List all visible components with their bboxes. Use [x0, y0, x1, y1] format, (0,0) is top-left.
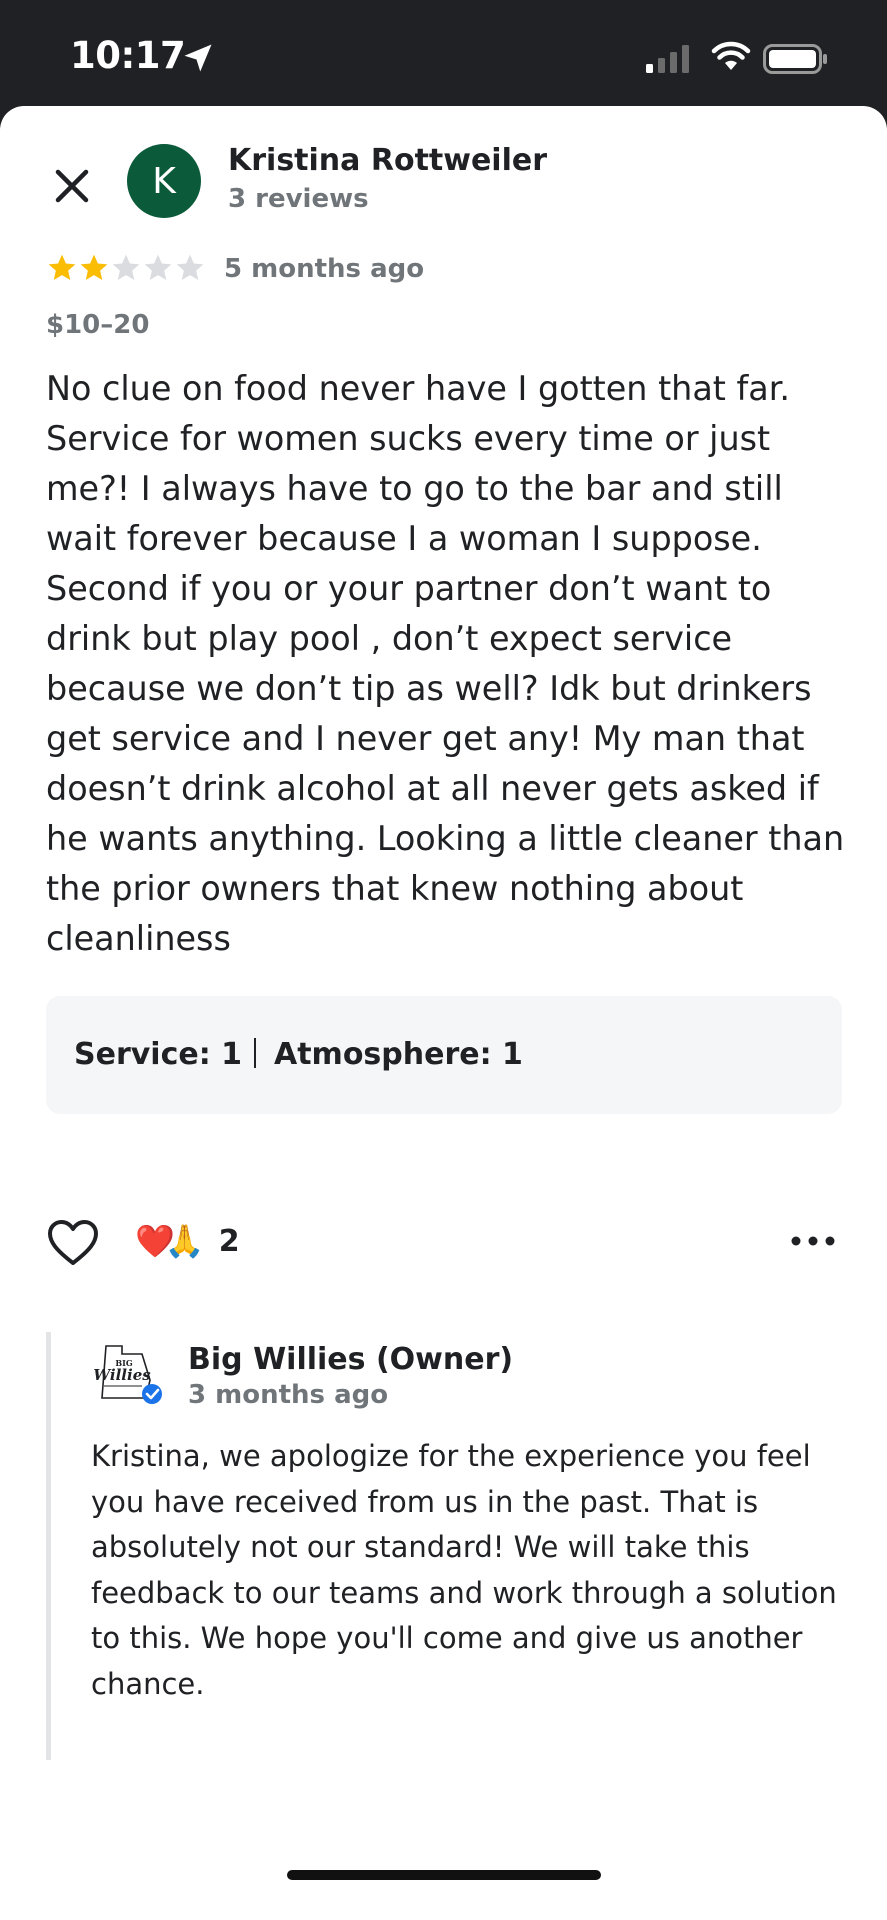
wifi-icon [711, 41, 751, 70]
reviewer-avatar[interactable]: K [127, 144, 201, 218]
logo-text-willies: Willies [94, 1366, 151, 1384]
attribute-divider [254, 1038, 256, 1068]
owner-reply: BIG Willies Big Willies (Owner) 3 months… [46, 1332, 851, 1760]
battery-icon [763, 44, 827, 74]
star-empty-icon [112, 254, 140, 280]
owner-name: Big Willies (Owner) [188, 1342, 514, 1377]
attribute-atmosphere: Atmosphere: 1 [274, 1037, 523, 1072]
price-range: $10–20 [46, 310, 150, 340]
star-filled-icon [48, 254, 76, 280]
more-options-icon[interactable] [788, 1226, 838, 1256]
verified-badge-icon [142, 1384, 162, 1404]
reaction-count: 2 [218, 1223, 240, 1259]
star-filled-icon [80, 254, 108, 280]
owner-reply-text: Kristina, we apologize for the experienc… [91, 1439, 837, 1701]
review-sheet: K Kristina Rottweiler 3 reviews 5 months… [0, 106, 887, 1920]
reviewer-name[interactable]: Kristina Rottweiler [228, 143, 547, 178]
cellular-signal-icon [646, 45, 689, 73]
business-logo: BIG Willies [94, 1345, 162, 1404]
review-attributes: Service: 1 Atmosphere: 1 [46, 996, 842, 1114]
heart-like-icon[interactable] [46, 1218, 100, 1268]
pray-reaction-icon: 🙏 [164, 1222, 205, 1260]
avatar-initial: K [152, 160, 176, 202]
attribute-service: Service: 1 [74, 1037, 243, 1072]
star-empty-icon [176, 254, 204, 280]
location-arrow-icon [184, 44, 212, 72]
star-empty-icon [144, 254, 172, 280]
status-bar: 10:17 [0, 0, 887, 110]
home-indicator[interactable] [287, 1870, 601, 1880]
star-rating [46, 252, 206, 286]
review-date: 5 months ago [224, 254, 425, 284]
review-body-text: No clue on food never have I gotten that… [46, 369, 845, 958]
reactions-summary[interactable]: ❤️ 🙏 2 [135, 1219, 240, 1263]
owner-reply-date: 3 months ago [188, 1380, 389, 1410]
status-time: 10:17 [70, 34, 186, 77]
reviewer-review-count: 3 reviews [228, 184, 369, 214]
close-icon[interactable] [44, 158, 100, 214]
